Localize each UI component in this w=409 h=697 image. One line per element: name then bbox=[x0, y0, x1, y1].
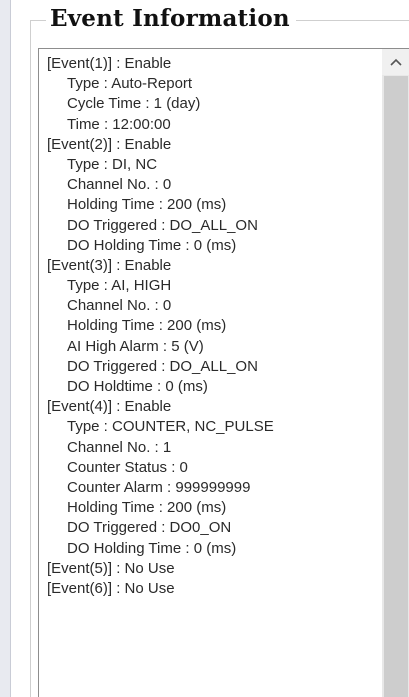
event-header-item[interactable]: [Event(3)] : Enable bbox=[47, 256, 274, 276]
event-detail-item[interactable]: Type : AI, HIGH bbox=[47, 276, 274, 296]
event-list-items: [Event(1)] : Enable Type : Auto-Report Cyc… bbox=[47, 54, 274, 599]
event-list[interactable]: [Event(1)] : Enable Type : Auto-Report Cyc… bbox=[38, 48, 409, 697]
scroll-thumb[interactable] bbox=[384, 76, 408, 697]
chevron-up-icon bbox=[390, 58, 402, 66]
event-header-item[interactable]: [Event(2)] : Enable bbox=[47, 135, 274, 155]
event-detail-item[interactable]: Holding Time : 200 (ms) bbox=[47, 498, 274, 518]
event-detail-item[interactable]: Type : DI, NC bbox=[47, 155, 274, 175]
event-detail-item[interactable]: Cycle Time : 1 (day) bbox=[47, 94, 274, 114]
event-header-item[interactable]: [Event(4)] : Enable bbox=[47, 397, 274, 417]
event-detail-item[interactable]: AI High Alarm : 5 (V) bbox=[47, 337, 274, 357]
event-header-item[interactable]: [Event(5)] : No Use bbox=[47, 559, 274, 579]
event-detail-item[interactable]: Type : COUNTER, NC_PULSE bbox=[47, 417, 274, 437]
event-detail-item[interactable]: Counter Alarm : 999999999 bbox=[47, 478, 274, 498]
event-detail-item[interactable]: Time : 12:00:00 bbox=[47, 115, 274, 135]
event-detail-item[interactable]: Counter Status : 0 bbox=[47, 458, 274, 478]
event-detail-item[interactable]: DO Triggered : DO0_ON bbox=[47, 518, 274, 538]
groupbox-title: Event Information bbox=[46, 1, 296, 37]
event-detail-item[interactable]: DO Triggered : DO_ALL_ON bbox=[47, 357, 274, 377]
event-detail-item[interactable]: DO Holding Time : 0 (ms) bbox=[47, 539, 274, 559]
left-panel-edge bbox=[0, 0, 11, 697]
event-detail-item[interactable]: Channel No. : 0 bbox=[47, 175, 274, 195]
event-detail-item[interactable]: Type : Auto-Report bbox=[47, 74, 274, 94]
event-detail-item[interactable]: DO Triggered : DO_ALL_ON bbox=[47, 216, 274, 236]
event-detail-item[interactable]: Channel No. : 0 bbox=[47, 296, 274, 316]
event-detail-item[interactable]: DO Holding Time : 0 (ms) bbox=[47, 236, 274, 256]
event-detail-item[interactable]: DO Holdtime : 0 (ms) bbox=[47, 377, 274, 397]
vertical-scrollbar[interactable] bbox=[382, 49, 409, 697]
event-detail-item[interactable]: Holding Time : 200 (ms) bbox=[47, 316, 274, 336]
event-detail-item[interactable]: Channel No. : 1 bbox=[47, 438, 274, 458]
event-header-item[interactable]: [Event(6)] : No Use bbox=[47, 579, 274, 599]
event-header-item[interactable]: [Event(1)] : Enable bbox=[47, 54, 274, 74]
event-detail-item[interactable]: Holding Time : 200 (ms) bbox=[47, 195, 274, 215]
scroll-up-button[interactable] bbox=[382, 49, 409, 75]
